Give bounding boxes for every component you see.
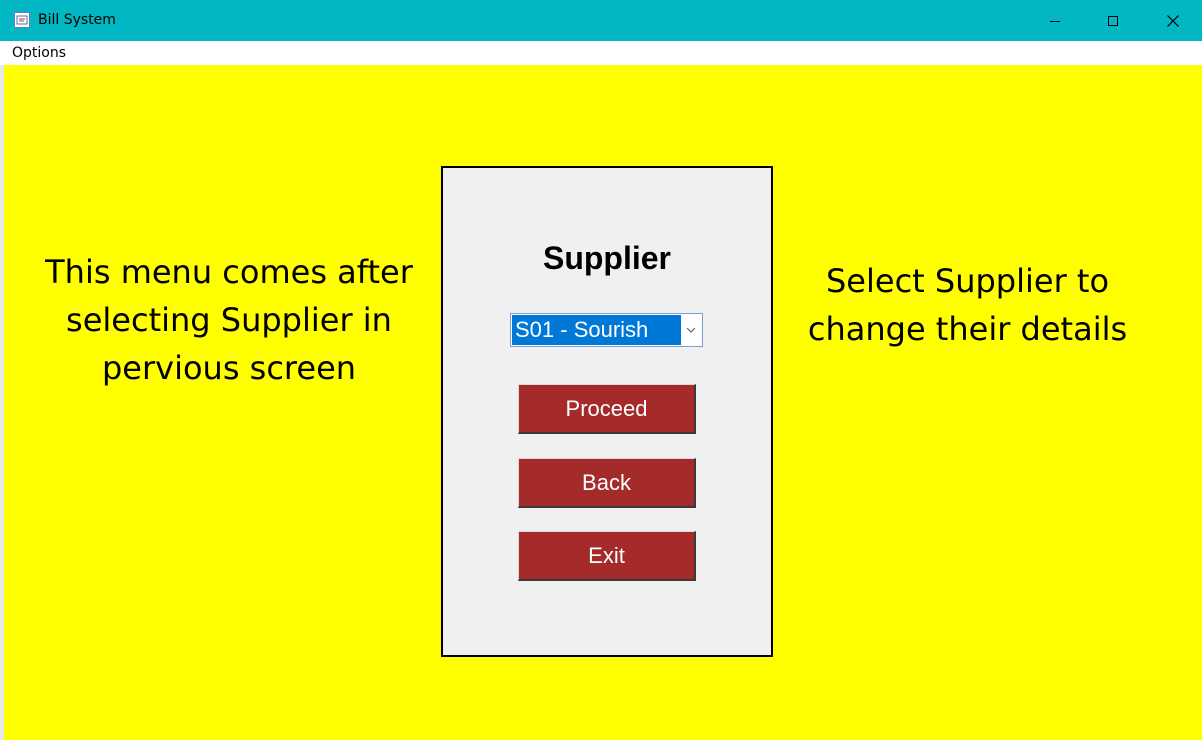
close-button[interactable] — [1144, 0, 1202, 41]
panel-title: Supplier — [542, 240, 671, 276]
minimize-button[interactable] — [1026, 0, 1084, 41]
maximize-icon — [1108, 15, 1118, 26]
supplier-select[interactable]: S01 - Sourish — [510, 313, 703, 347]
back-button[interactable]: Back — [518, 458, 696, 508]
chevron-down-icon — [686, 327, 696, 333]
supplier-select-value[interactable]: S01 - Sourish — [512, 315, 681, 345]
proceed-button[interactable]: Proceed — [518, 384, 696, 434]
app-window: Bill System Options This menu comes afte… — [0, 0, 1202, 740]
supplier-select-arrow[interactable] — [680, 314, 702, 346]
exit-button[interactable]: Exit — [518, 531, 696, 581]
supplier-panel: Supplier S01 - Sourish Proceed Back Exit — [441, 166, 773, 657]
title-bar[interactable]: Bill System — [0, 0, 1202, 41]
window-title: Bill System — [38, 12, 116, 28]
menu-options[interactable]: Options — [12, 45, 66, 61]
minimize-icon — [1050, 20, 1060, 22]
right-note: Select Supplier to change their details — [807, 262, 1128, 348]
menu-bar: Options — [0, 41, 1202, 65]
left-note: This menu comes after selecting Supplier… — [45, 253, 413, 387]
app-icon[interactable] — [14, 12, 30, 28]
maximize-button[interactable] — [1084, 0, 1142, 41]
close-icon — [1167, 14, 1179, 27]
